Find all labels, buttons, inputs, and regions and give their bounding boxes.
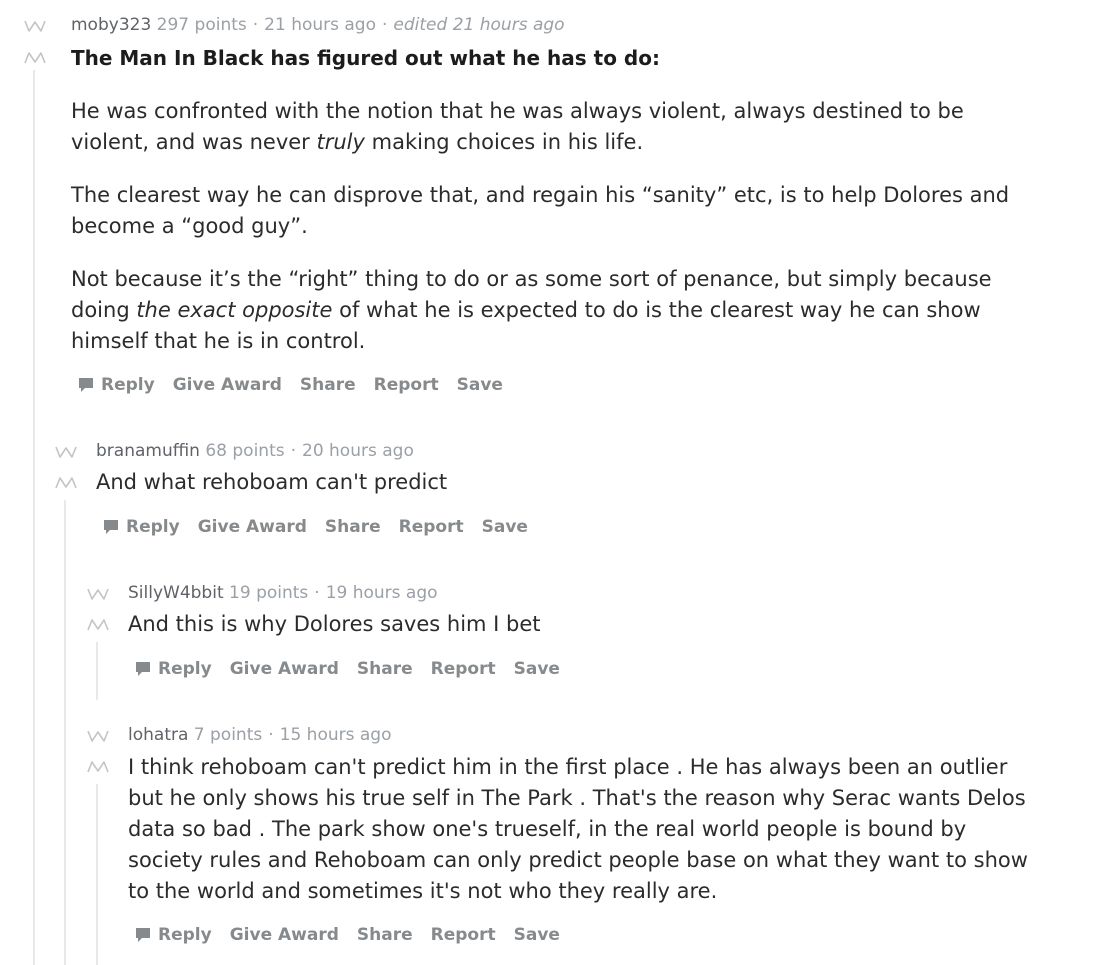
reply-button[interactable]: Reply (102, 517, 180, 537)
downvote-icon[interactable] (86, 618, 110, 632)
comment-actions: Reply Give Award Share Report Save (96, 515, 546, 539)
downvote-icon[interactable] (86, 760, 110, 774)
report-button[interactable]: Report (431, 925, 496, 945)
upvote-icon[interactable] (86, 587, 110, 601)
chat-bubble-icon (102, 518, 120, 536)
chat-bubble-icon (134, 660, 152, 678)
share-button[interactable]: Share (357, 925, 413, 945)
comment-meta: moby323 297 points · 21 hours ago · edited 2… (71, 14, 565, 36)
reply-button[interactable]: Reply (134, 659, 212, 679)
separator-dot: · (268, 725, 274, 745)
downvote-icon[interactable] (23, 51, 47, 65)
thread-line-level-3a[interactable] (96, 642, 98, 700)
save-button[interactable]: Save (457, 375, 503, 395)
share-button[interactable]: Share (325, 517, 381, 537)
share-button[interactable]: Share (300, 375, 356, 395)
points: 19 points (229, 583, 309, 603)
save-button[interactable]: Save (514, 925, 560, 945)
author-link[interactable]: lohatra (128, 725, 188, 745)
edited-timestamp: edited 21 hours ago (393, 15, 565, 35)
author-link[interactable]: SillyW4bbit (128, 583, 224, 603)
report-button[interactable]: Report (374, 375, 439, 395)
report-button[interactable]: Report (399, 517, 464, 537)
give-award-button[interactable]: Give Award (230, 925, 339, 945)
give-award-button[interactable]: Give Award (230, 659, 339, 679)
separator-dot: · (290, 441, 296, 461)
upvote-icon[interactable] (23, 19, 47, 33)
upvote-icon[interactable] (86, 729, 110, 743)
give-award-button[interactable]: Give Award (198, 517, 307, 537)
comment-heading: The Man In Black has figured out what he… (71, 46, 660, 70)
comment-paragraph: The clearest way he can disprove that, a… (71, 183, 1010, 238)
points: 297 points (156, 15, 247, 35)
upvote-icon[interactable] (54, 445, 78, 459)
timestamp[interactable]: 21 hours ago (264, 15, 376, 35)
comment-actions: Reply Give Award Share Report Save (128, 923, 578, 947)
save-button[interactable]: Save (482, 517, 528, 537)
comment-paragraph: Not because it’s the “right” thing to do… (71, 267, 992, 353)
comment-body: And what rehoboam can't predict (96, 470, 448, 494)
comment-body: And this is why Dolores saves him I bet (128, 612, 541, 636)
share-button[interactable]: Share (357, 659, 413, 679)
save-button[interactable]: Save (514, 659, 560, 679)
downvote-icon[interactable] (54, 476, 78, 490)
timestamp[interactable]: 19 hours ago (326, 583, 438, 603)
reply-button[interactable]: Reply (77, 375, 155, 395)
comment-meta: lohatra 7 points · 15 hours ago (128, 724, 392, 746)
comment-body: The Man In Black has figured out what he… (71, 43, 1046, 357)
author-link[interactable]: branamuffin (96, 441, 200, 461)
author-link[interactable]: moby323 (71, 15, 151, 35)
comment-actions: Reply Give Award Share Report Save (71, 373, 521, 397)
separator-dot: · (382, 15, 388, 35)
comment-actions: Reply Give Award Share Report Save (128, 657, 578, 681)
comment-body: I think rehoboam can't predict him in th… (128, 755, 1028, 903)
timestamp[interactable]: 20 hours ago (302, 441, 414, 461)
comment-paragraph: He was confronted with the notion that h… (71, 99, 964, 154)
separator-dot: · (252, 15, 259, 35)
comment-meta: SillyW4bbit 19 points · 19 hours ago (128, 582, 438, 604)
timestamp[interactable]: 15 hours ago (280, 725, 392, 745)
reply-button[interactable]: Reply (134, 925, 212, 945)
give-award-button[interactable]: Give Award (173, 375, 282, 395)
separator-dot: · (314, 583, 320, 603)
thread-line-level-3b[interactable] (96, 784, 98, 965)
chat-bubble-icon (77, 376, 95, 394)
points: 68 points (205, 441, 285, 461)
thread-line-level-2[interactable] (64, 500, 66, 965)
comment-meta: branamuffin 68 points · 20 hours ago (96, 440, 414, 462)
chat-bubble-icon (134, 926, 152, 944)
points: 7 points (193, 725, 263, 745)
thread-line-level-1[interactable] (33, 70, 35, 965)
report-button[interactable]: Report (431, 659, 496, 679)
